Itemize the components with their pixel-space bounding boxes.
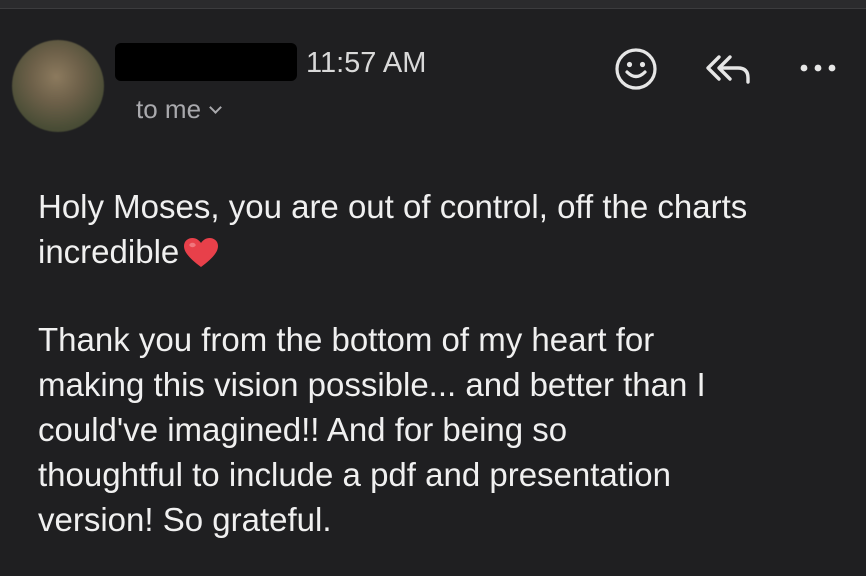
paragraph-1-text: Holy Moses, you are out of control, off …: [38, 188, 748, 270]
reply-all-icon: [706, 55, 750, 84]
recipient-details-toggle[interactable]: to me: [136, 94, 222, 124]
recipient-label: to me: [136, 94, 202, 124]
sender-avatar[interactable]: [12, 40, 104, 132]
body-line: thoughtful to include a pdf and presenta…: [38, 456, 671, 493]
top-divider: [0, 0, 866, 9]
body-line: making this vision possible... and bette…: [38, 366, 706, 403]
reply-all-button[interactable]: [700, 45, 756, 93]
redacted-sender-name: [115, 43, 297, 81]
chevron-down-icon: [209, 101, 222, 114]
email-body-paragraph-1: Holy Moses, you are out of control, off …: [38, 184, 838, 280]
email-time: 11:57 AM: [306, 47, 427, 79]
more-options-icon: [800, 64, 836, 72]
red-heart-emoji-icon: [183, 235, 219, 280]
add-reaction-button[interactable]: [612, 45, 660, 93]
body-line: version! So grateful.: [38, 501, 332, 538]
body-line: could've imagined!! And for being so: [38, 411, 568, 448]
smiley-face-icon: [615, 48, 657, 90]
body-line: Thank you from the bottom of my heart fo…: [38, 321, 655, 358]
more-options-button[interactable]: [794, 50, 842, 86]
email-body-paragraph-2: Thank you from the bottom of my heart fo…: [38, 317, 838, 542]
